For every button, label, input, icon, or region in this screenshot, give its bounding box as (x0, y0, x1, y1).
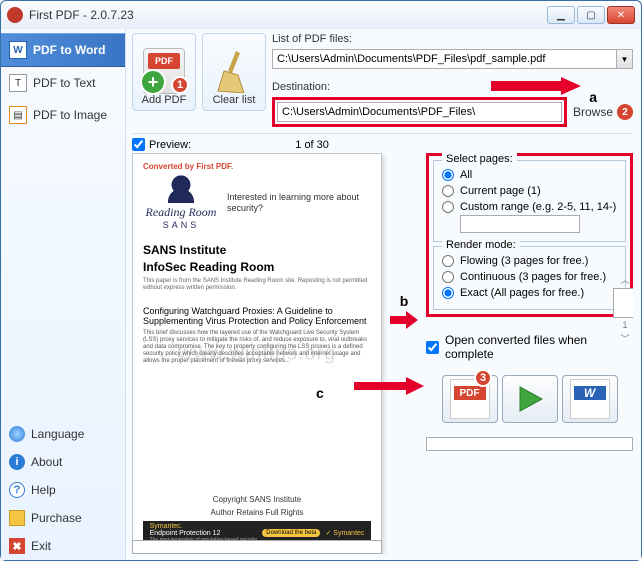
step-badge-3: 3 (474, 369, 492, 387)
browse-button[interactable]: Browse 2 (573, 104, 633, 120)
annotation-b: b (400, 293, 409, 309)
annotation-a: a (589, 89, 597, 105)
titlebar: First PDF - 2.0.7.23 ▁ ▢ ✕ (1, 1, 641, 29)
preview-page: Converted by First PDF. Reading Room SAN… (132, 153, 382, 554)
radio-current[interactable]: Current page (1) (442, 183, 617, 199)
play-icon (514, 383, 546, 415)
sans-subtitle: SANS (143, 220, 219, 230)
symantec-brand: Symantec. (150, 523, 258, 530)
sidebar-item-label: Exit (31, 539, 51, 553)
arrow-a-icon (491, 77, 581, 95)
reading-room-tagline: Interested in learning more about securi… (227, 192, 371, 214)
page-indicator: 1 of 30 (191, 139, 433, 151)
help-icon: ? (9, 482, 25, 498)
sidebar: W PDF to Word T PDF to Text ▤ PDF to Ima… (1, 29, 126, 560)
sidebar-item-label: PDF to Text (33, 76, 95, 90)
toolbtn-label: Add PDF (142, 94, 187, 106)
maximize-button[interactable]: ▢ (577, 6, 605, 24)
chevron-down-icon[interactable]: ﹀ (620, 332, 629, 345)
render-mode-group: Render mode: Flowing (3 pages for free.)… (433, 246, 626, 310)
word-icon: W (9, 41, 27, 59)
add-pdf-button[interactable]: 1 Add PDF (132, 33, 196, 111)
word-doc-icon (570, 379, 610, 419)
radio-custom[interactable]: Custom range (e.g. 2-5, 11, 14-) (442, 199, 617, 215)
reading-room-logo-icon (156, 175, 206, 203)
doc-heading-1a: SANS Institute (143, 244, 371, 257)
copyright-2: Author Retains Full Rights (143, 508, 371, 517)
sidebar-item-label: Help (31, 483, 56, 497)
chevron-up-icon[interactable]: ︿ (620, 273, 629, 286)
thumb-page-number: 1 (622, 320, 627, 330)
arrow-c-icon (354, 377, 424, 395)
window-title: First PDF - 2.0.7.23 (29, 8, 547, 22)
preview-checkbox[interactable] (132, 138, 145, 151)
preview-label: Preview: (149, 139, 191, 151)
radio-flowing[interactable]: Flowing (3 pages for free.) (442, 253, 617, 269)
sidebar-item-help[interactable]: ? Help (1, 476, 125, 504)
sidebar-item-purchase[interactable]: Purchase (1, 504, 125, 532)
convert-target-word-tile (562, 375, 618, 423)
main-panel: a 1 Add PDF Clear list List of PDF files… (126, 29, 641, 560)
page-thumbnail[interactable] (613, 288, 633, 318)
page-thumb-nav: ︿ 1 ﹀ (613, 273, 633, 345)
sidebar-item-label: Language (31, 427, 84, 441)
converted-by-label: Converted by First PDF. (143, 162, 371, 171)
custom-range-input[interactable] (460, 215, 580, 233)
open-when-complete-checkbox[interactable]: Open converted files when complete (426, 333, 633, 361)
doc-heading-1b: InfoSec Reading Room (143, 261, 371, 274)
close-button[interactable]: ✕ (607, 6, 635, 24)
progress-bar (426, 437, 633, 451)
sidebar-item-language[interactable]: Language (1, 420, 125, 448)
cart-icon (9, 510, 25, 526)
file-list-dropdown[interactable]: ▼ (617, 49, 633, 69)
sidebar-item-pdf-to-image[interactable]: ▤ PDF to Image (1, 99, 125, 131)
doc-heading-2: Configuring Watchguard Proxies: A Guidel… (143, 306, 371, 327)
sidebar-item-exit[interactable]: ✖ Exit (1, 532, 125, 560)
preview-progress-bar (132, 540, 382, 554)
text-icon: T (9, 74, 27, 92)
select-pages-legend: Select pages: (442, 153, 517, 165)
radio-all[interactable]: All (442, 167, 617, 183)
sidebar-item-label: Purchase (31, 511, 82, 525)
app-window: First PDF - 2.0.7.23 ▁ ▢ ✕ W PDF to Word… (0, 0, 642, 561)
sidebar-item-about[interactable]: i About (1, 448, 125, 476)
file-list-label: List of PDF files: (272, 33, 633, 45)
copyright-1: Copyright SANS Institute (143, 495, 371, 504)
sidebar-item-pdf-to-word[interactable]: W PDF to Word (1, 33, 125, 67)
radio-exact[interactable]: Exact (All pages for free.) (442, 285, 617, 301)
step-badge-1: 1 (171, 76, 189, 94)
symantec-right: ✓ Symantec (325, 529, 364, 537)
symantec-product: Endpoint Protection 12 (150, 530, 258, 537)
symantec-download: Download the beta (262, 529, 320, 537)
globe-icon (9, 426, 25, 442)
browse-label: Browse (573, 105, 613, 119)
exit-icon: ✖ (9, 538, 25, 554)
reading-room-title: Reading Room (143, 205, 219, 220)
render-mode-legend: Render mode: (442, 239, 520, 251)
convert-button[interactable] (502, 375, 558, 423)
sidebar-item-label: PDF to Image (33, 108, 107, 122)
info-icon: i (9, 454, 25, 470)
app-icon (7, 7, 23, 23)
radio-continuous[interactable]: Continuous (3 pages for free.) (442, 269, 617, 285)
annotation-c: c (316, 385, 324, 401)
clear-list-button[interactable]: Clear list (202, 33, 266, 111)
sidebar-item-label: About (31, 455, 62, 469)
destination-input[interactable] (277, 102, 562, 122)
toolbtn-label: Clear list (213, 94, 256, 106)
broom-icon (213, 48, 255, 94)
file-list-input[interactable] (272, 49, 617, 69)
convert-button-row: 3 c (426, 375, 633, 423)
minimize-button[interactable]: ▁ (547, 6, 575, 24)
doc-disclaimer: This paper is from the SANS Institute Re… (143, 278, 371, 291)
doc-paragraph: This brief discusses how the layered use… (143, 330, 371, 364)
image-icon: ▤ (9, 106, 27, 124)
sidebar-item-pdf-to-text[interactable]: T PDF to Text (1, 67, 125, 99)
sidebar-item-label: PDF to Word (33, 43, 105, 57)
step-badge-2: 2 (617, 104, 633, 120)
select-pages-group: Select pages: All Current page (1) Custo… (433, 160, 626, 242)
arrow-b-icon (390, 311, 418, 329)
